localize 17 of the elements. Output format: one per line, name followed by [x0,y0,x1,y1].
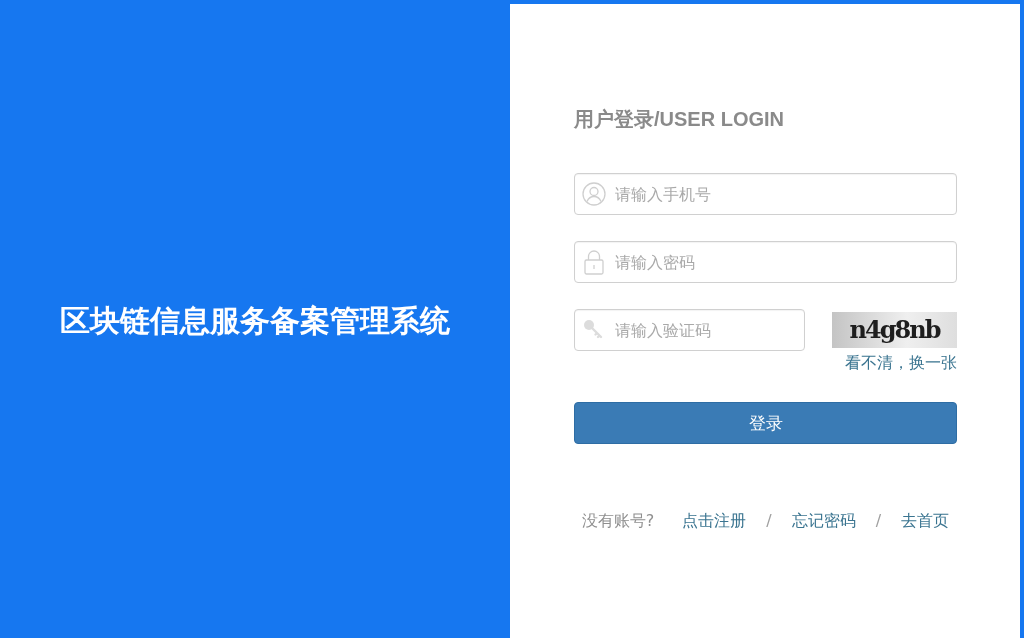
refresh-captcha-link[interactable]: 看不清，换一张 [845,352,957,374]
slash-separator: / [766,510,772,532]
user-icon [582,182,606,206]
captcha-image[interactable]: n4g8nb [832,312,957,348]
slash-separator: / [875,510,882,532]
footer-link[interactable]: 忘记密码 [791,510,856,532]
footer-link[interactable]: 点击注册 [682,510,747,532]
captcha-field[interactable]: 请输入验证码 [574,309,805,351]
system-title: 区块链信息服务备案管理系统 [60,301,450,340]
login-heading: 用户登录/USER LOGIN [574,107,785,131]
phone-field[interactable]: 请输入手机号 [574,173,957,215]
login-button[interactable]: 登录 [574,402,957,444]
footer-link[interactable]: 去首页 [901,510,950,532]
key-icon [582,318,604,340]
prompt-text: 没有账号? [581,510,655,532]
lock-icon [584,249,604,275]
password-field[interactable]: 请输入密码 [574,241,957,283]
